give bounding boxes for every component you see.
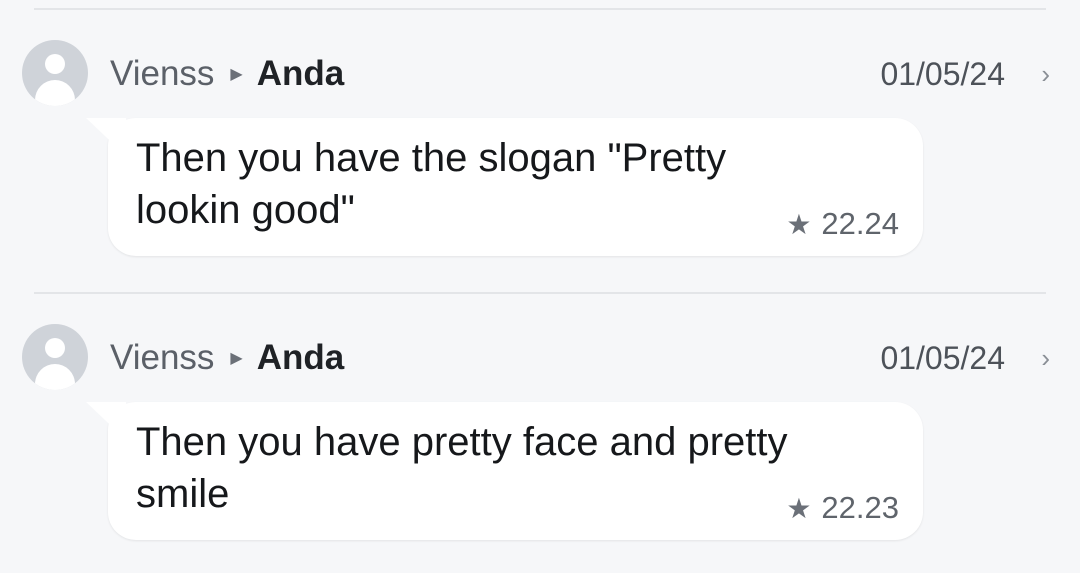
avatar-shoulders [35,80,75,106]
message-header: Vienss ▶ Anda [110,336,344,380]
message-time-label: 22.24 [821,206,899,241]
message-header: Vienss ▶ Anda [110,52,344,96]
bubble-tail [86,118,126,156]
message-entry[interactable]: Vienss ▶ Anda 01/05/24 › Then you have p… [0,324,1080,573]
sender-name: Vienss [110,338,215,377]
star-icon: ★ [786,492,812,524]
recipient-name: Anda [256,54,345,93]
star-icon: ★ [786,208,812,240]
sender-name: Vienss [110,54,215,93]
avatar-head [45,54,65,74]
message-bubble[interactable]: Then you have the slogan "Pretty lookin … [86,118,923,256]
divider [34,8,1046,10]
message-date: 01/05/24 [880,340,1005,376]
message-entry[interactable]: Vienss ▶ Anda 01/05/24 › Then you have t… [0,40,1080,300]
message-text: Then you have the slogan "Pretty lookin … [136,136,727,232]
play-triangle-icon: ▶ [230,66,243,83]
message-time-label: 22.23 [821,490,899,525]
recipient-name: Anda [256,338,345,377]
avatar-shoulders [35,364,75,390]
play-triangle-icon: ▶ [230,350,243,367]
default-avatar-icon[interactable] [22,40,88,106]
bubble-tail [86,402,126,440]
chevron-right-icon[interactable]: › [1041,52,1050,96]
message-text: Then you have pretty face and pretty smi… [136,420,788,516]
default-avatar-icon[interactable] [22,324,88,390]
message-bubble[interactable]: Then you have pretty face and pretty smi… [86,402,923,540]
message-time: ★ 22.23 [786,490,899,526]
starred-messages-list: Vienss ▶ Anda 01/05/24 › Then you have t… [0,0,1080,573]
divider [34,292,1046,294]
avatar-head [45,338,65,358]
chevron-right-icon[interactable]: › [1041,336,1050,380]
message-date: 01/05/24 [880,56,1005,92]
message-time: ★ 22.24 [786,206,899,242]
